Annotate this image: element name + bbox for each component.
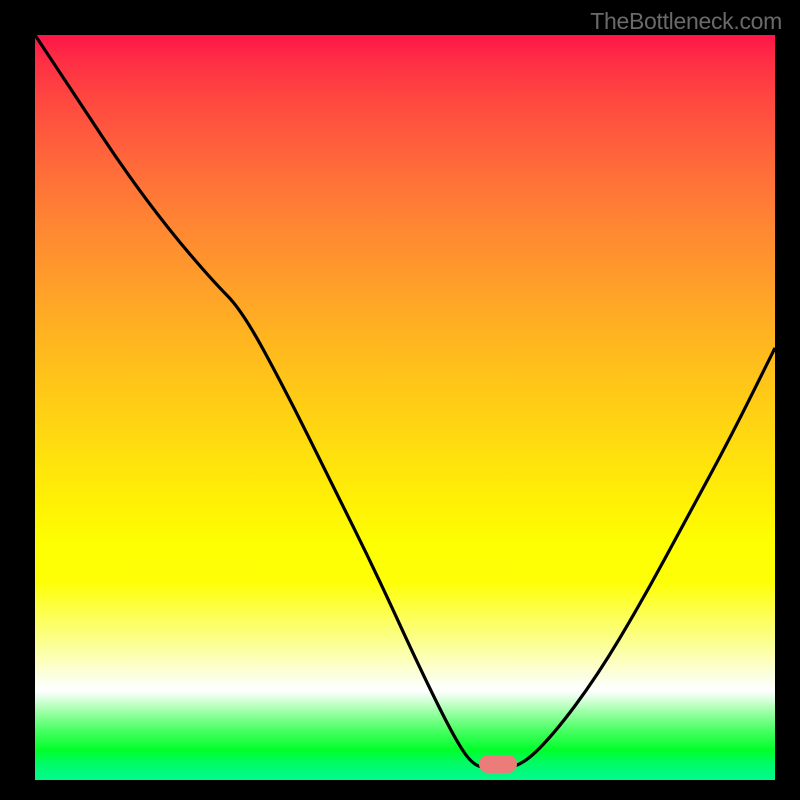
optimal-marker [479,755,517,773]
plot-area [35,35,775,780]
chart-frame: TheBottleneck.com [0,0,800,800]
attribution-label: TheBottleneck.com [590,8,782,35]
bottleneck-curve [35,35,775,780]
curve-path [35,35,775,767]
